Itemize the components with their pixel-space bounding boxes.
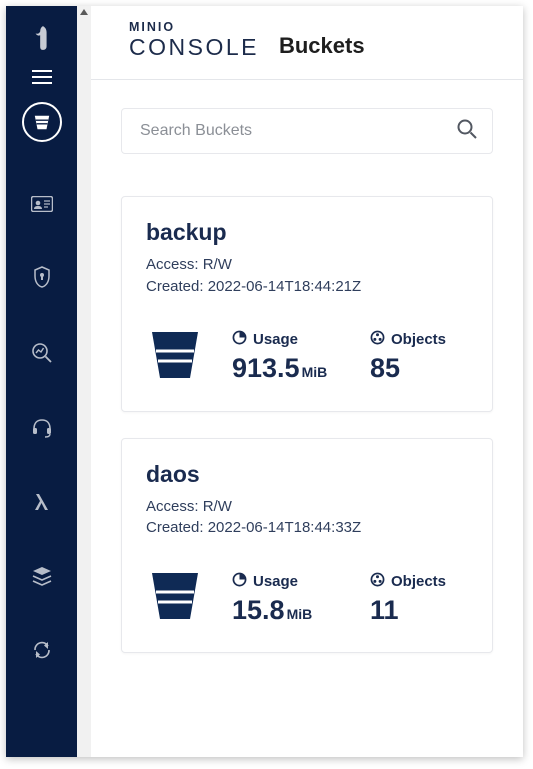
sidebar-item-identity[interactable] xyxy=(6,196,77,212)
stat-objects: Objects 11 xyxy=(370,572,480,626)
sidebar-item-monitoring[interactable] xyxy=(6,342,77,364)
pie-icon xyxy=(232,572,247,591)
hamburger-icon xyxy=(32,70,52,84)
header: MINIO CONSOLE Buckets xyxy=(91,6,523,80)
layers-icon xyxy=(31,566,53,586)
sidebar-item-replication[interactable] xyxy=(6,640,77,660)
objects-label: Objects xyxy=(391,331,446,348)
pie-icon xyxy=(232,330,247,349)
objects-value: 11 xyxy=(370,595,399,626)
stat-usage: Usage 913.5MiB xyxy=(232,330,342,384)
bucket-access: Access: R/W xyxy=(146,496,468,518)
usage-label: Usage xyxy=(253,573,298,590)
page-title: Buckets xyxy=(279,33,365,61)
usage-value: 913.5 xyxy=(232,353,300,384)
bucket-icon xyxy=(146,567,204,630)
bucket-card[interactable]: backup Access: R/W Created: 2022-06-14T1… xyxy=(121,196,493,412)
sidebar-item-access[interactable] xyxy=(6,266,77,288)
bucket-name: daos xyxy=(146,461,468,488)
bucket-access: Access: R/W xyxy=(146,254,468,276)
scrollbar[interactable] xyxy=(77,6,91,757)
bucket-stats: Usage 15.8MiB xyxy=(146,567,468,630)
stat-usage: Usage 15.8MiB xyxy=(232,572,342,626)
search-icon[interactable] xyxy=(456,118,478,145)
objects-label: Objects xyxy=(391,573,446,590)
scroll-up-arrow[interactable] xyxy=(77,8,91,19)
sidebar-item-tiers[interactable] xyxy=(6,566,77,586)
bucket-stats: Usage 913.5MiB xyxy=(146,326,468,389)
objects-value: 85 xyxy=(370,353,400,384)
sidebar-item-lambda[interactable] xyxy=(6,492,77,512)
lambda-icon xyxy=(33,492,51,512)
content: backup Access: R/W Created: 2022-06-14T1… xyxy=(91,80,523,757)
bucket-created: Created: 2022-06-14T18:44:33Z xyxy=(146,517,468,539)
id-card-icon xyxy=(31,196,53,212)
usage-unit: MiB xyxy=(287,606,313,622)
bucket-icon xyxy=(146,326,204,389)
usage-label: Usage xyxy=(253,331,298,348)
sync-icon xyxy=(32,640,52,660)
headset-icon xyxy=(31,418,53,438)
bucket-card[interactable]: daos Access: R/W Created: 2022-06-14T18:… xyxy=(121,438,493,654)
sidebar-logo[interactable] xyxy=(6,24,77,52)
bucket-name: backup xyxy=(146,219,468,246)
search-wrap xyxy=(121,108,493,154)
logo-main-text: CONSOLE xyxy=(129,34,259,61)
bucket-created: Created: 2022-06-14T18:44:21Z xyxy=(146,276,468,298)
bucket-icon xyxy=(22,102,62,142)
shield-lock-icon xyxy=(33,266,51,288)
usage-unit: MiB xyxy=(302,364,328,380)
console-logo: MINIO CONSOLE xyxy=(129,20,259,61)
usage-value: 15.8 xyxy=(232,595,285,626)
magnifier-chart-icon xyxy=(31,342,53,364)
sidebar-item-support[interactable] xyxy=(6,418,77,438)
main-panel: MINIO CONSOLE Buckets backup Access: xyxy=(91,6,523,757)
sidebar xyxy=(6,6,77,757)
sidebar-menu-toggle[interactable] xyxy=(6,70,77,84)
sidebar-item-buckets[interactable] xyxy=(6,102,77,142)
objects-icon xyxy=(370,572,385,591)
stat-objects: Objects 85 xyxy=(370,330,480,384)
bird-icon xyxy=(31,24,53,52)
search-input[interactable] xyxy=(140,122,456,140)
logo-top-text: MINIO xyxy=(129,20,259,34)
objects-icon xyxy=(370,330,385,349)
